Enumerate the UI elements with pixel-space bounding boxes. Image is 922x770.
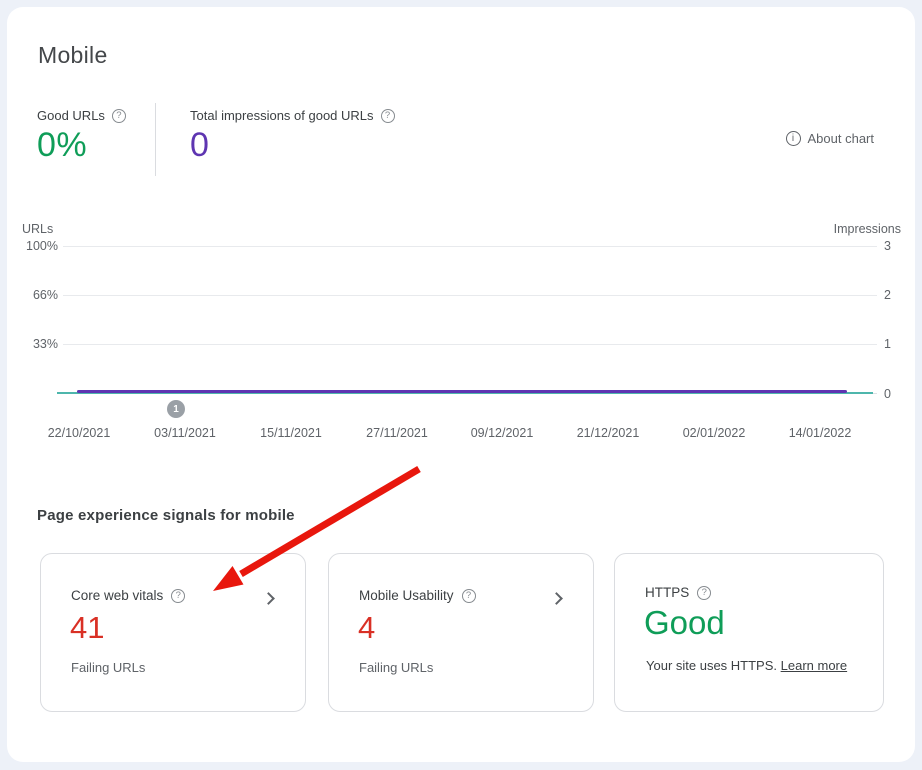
x-tick-date: 02/01/2022 [683,426,746,440]
learn-more-link[interactable]: Learn more [781,658,847,673]
help-icon[interactable]: ? [462,589,476,603]
about-chart-label: About chart [808,131,875,146]
right-tick-3: 3 [884,239,891,253]
page-title: Mobile [38,42,108,69]
card-title-label: Core web vitals [71,588,163,603]
right-tick-0: 0 [884,387,891,401]
right-axis-title: Impressions [834,222,901,236]
help-icon[interactable]: ? [381,109,395,123]
chevron-right-icon [550,592,563,605]
https-status: Good [644,604,725,642]
card-core-web-vitals[interactable]: Core web vitals ? 41 Failing URLs [40,553,306,712]
left-tick-66: 66% [14,288,58,302]
x-tick-date: 21/12/2021 [577,426,640,440]
gridline [63,246,877,247]
help-icon[interactable]: ? [171,589,185,603]
impressions-value: 0 [190,126,395,165]
failing-count: 4 [358,610,375,646]
card-title-label: Mobile Usability [359,588,454,603]
card-mobile-usability[interactable]: Mobile Usability ? 4 Failing URLs [328,553,594,712]
good-urls-series-line [77,390,847,393]
left-tick-33: 33% [14,337,58,351]
right-tick-2: 2 [884,288,891,302]
section-title: Page experience signals for mobile [37,507,295,524]
right-tick-1: 1 [884,337,891,351]
failing-count: 41 [70,610,104,646]
good-urls-value: 0% [37,126,126,165]
impressions-label: Total impressions of good URLs [190,108,374,123]
metric-divider [155,103,156,176]
card-subtitle: Failing URLs [71,660,145,675]
x-tick-date: 14/01/2022 [789,426,852,440]
left-axis-title: URLs [22,222,53,236]
impressions-metric: Total impressions of good URLs ? 0 [190,108,395,165]
help-icon[interactable]: ? [112,109,126,123]
good-urls-metric: Good URLs ? 0% [37,108,126,165]
good-urls-label: Good URLs [37,108,105,123]
chevron-right-icon [262,592,275,605]
x-tick-date: 27/11/2021 [366,426,428,440]
x-tick-date: 09/12/2021 [471,426,534,440]
card-https[interactable]: HTTPS ? Good Your site uses HTTPS. Learn… [614,553,884,712]
about-chart-button[interactable]: i About chart [786,131,875,146]
card-subtitle: Failing URLs [359,660,433,675]
chart-annotation-marker[interactable]: 1 [167,400,185,418]
left-tick-100: 100% [14,239,58,253]
x-tick-date: 22/10/2021 [48,426,111,440]
gridline [63,295,877,296]
x-tick-date: 03/11/2021 [154,426,216,440]
https-description: Your site uses HTTPS. [646,658,777,673]
gridline [63,344,877,345]
info-icon: i [786,131,801,146]
x-tick-date: 15/11/2021 [260,426,322,440]
help-icon[interactable]: ? [697,586,711,600]
card-title-label: HTTPS [645,585,689,600]
